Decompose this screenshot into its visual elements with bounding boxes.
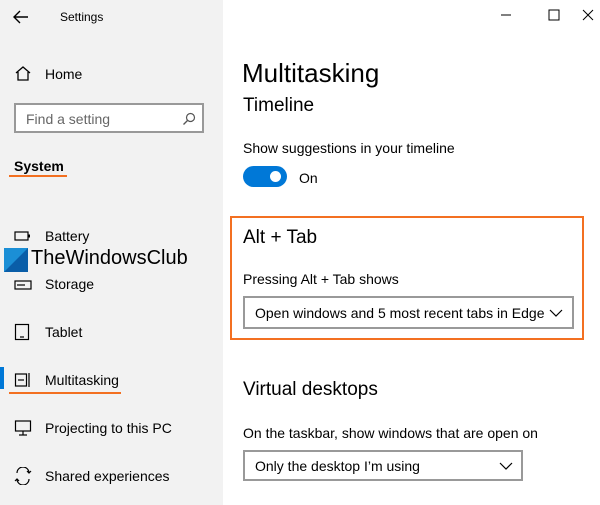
alt-tab-dropdown-value: Open windows and 5 most recent tabs in E…: [255, 305, 545, 321]
system-underline-annotation: [9, 175, 67, 177]
timeline-suggestions-toggle[interactable]: [243, 166, 287, 187]
toggle-state-label: On: [299, 170, 318, 186]
virtual-desktops-label: On the taskbar, show windows that are op…: [243, 425, 538, 441]
chevron-down-icon: [549, 309, 563, 317]
app-title: Settings: [60, 10, 104, 24]
home-icon: [15, 66, 31, 81]
virtual-desktops-heading: Virtual desktops: [243, 379, 378, 400]
shared-experiences-icon: [14, 467, 32, 485]
sidebar-item-home[interactable]: Home: [0, 60, 223, 88]
close-icon[interactable]: [577, 4, 599, 26]
maximize-icon[interactable]: [543, 4, 565, 26]
minimize-icon[interactable]: [495, 4, 517, 26]
search-placeholder: Find a setting: [26, 111, 111, 127]
projecting-icon: [14, 420, 32, 436]
sidebar-item-multitasking[interactable]: Multitasking: [0, 366, 223, 394]
tablet-icon: [14, 323, 30, 341]
sidebar-item-label: Storage: [45, 276, 95, 292]
search-input[interactable]: Find a setting: [14, 103, 204, 133]
timeline-setting-label: Show suggestions in your timeline: [243, 140, 455, 156]
sidebar-item-storage[interactable]: Storage: [0, 270, 223, 298]
sidebar-item-label: Projecting to this PC: [45, 420, 172, 436]
alt-tab-label: Pressing Alt + Tab shows: [243, 271, 399, 287]
storage-icon: [14, 280, 32, 290]
sidebar-item-home-label: Home: [45, 66, 83, 82]
sidebar-section-title: System: [14, 158, 64, 174]
virtual-desktops-dropdown[interactable]: Only the desktop I’m using: [243, 450, 523, 481]
sidebar-item-label: Multitasking: [45, 372, 119, 388]
sidebar-item-label: Battery: [45, 228, 90, 244]
sidebar-item-label: Tablet: [45, 324, 83, 340]
toggle-knob: [270, 171, 281, 182]
alt-tab-heading: Alt + Tab: [243, 227, 318, 248]
sidebar-item-projecting[interactable]: Projecting to this PC: [0, 414, 223, 442]
search-icon[interactable]: [182, 112, 196, 126]
sidebar-item-tablet[interactable]: Tablet: [0, 318, 223, 346]
sidebar-item-shared-experiences[interactable]: Shared experiences: [0, 462, 223, 490]
multitasking-icon: [14, 373, 30, 387]
page-title: Multitasking: [242, 58, 380, 88]
alt-tab-dropdown[interactable]: Open windows and 5 most recent tabs in E…: [243, 296, 574, 329]
virtual-desktops-dropdown-value: Only the desktop I’m using: [255, 458, 420, 474]
thewindowsclub-logo-icon: [4, 248, 28, 272]
battery-icon: [14, 231, 30, 241]
watermark-text: TheWindowsClub: [31, 247, 188, 269]
chevron-down-icon: [499, 462, 513, 470]
sidebar: Settings Home Find a setting System Batt…: [0, 0, 223, 505]
timeline-heading: Timeline: [243, 95, 315, 116]
back-arrow-icon[interactable]: [12, 9, 30, 25]
sidebar-item-label: Shared experiences: [45, 468, 170, 484]
multitasking-underline-annotation: [9, 392, 121, 394]
